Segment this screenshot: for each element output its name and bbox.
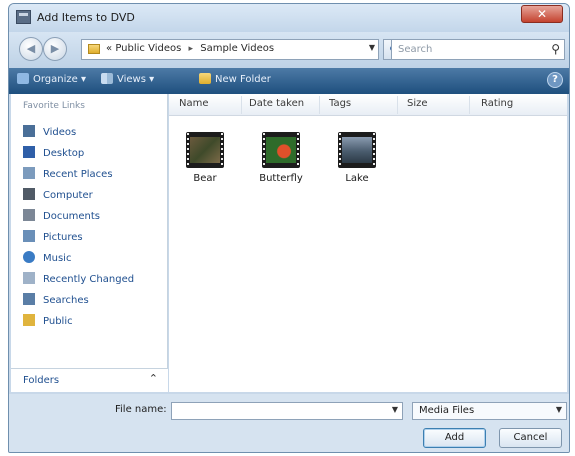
sidebar-item-desktop[interactable]: Desktop — [23, 146, 84, 159]
file-name: Lake — [345, 173, 369, 184]
file-name: Bear — [193, 173, 217, 184]
sidebar-item-label: Computer — [43, 190, 93, 201]
file-type-value: Media Files — [419, 405, 475, 416]
documents-icon — [23, 209, 35, 221]
computer-icon — [23, 188, 35, 200]
navigation-bar: ◀ ▶ « Public Videos ▸ Sample Videos ▼ ⟳ … — [9, 32, 569, 68]
command-toolbar: Organize ▾ Views ▾ New Folder ? — [9, 68, 569, 94]
breadcrumb-public-videos[interactable]: Public Videos — [115, 43, 181, 54]
dvd-app-icon — [16, 10, 31, 24]
organize-label: Organize ▾ — [33, 74, 86, 85]
file-name: Butterfly — [259, 173, 303, 184]
sidebar-item-label: Recently Changed — [43, 274, 135, 285]
desktop-icon — [23, 146, 35, 158]
forward-button[interactable]: ▶ — [43, 37, 67, 61]
pictures-icon — [23, 230, 35, 242]
views-icon — [101, 73, 113, 84]
sidebar-item-recent-places[interactable]: Recent Places — [23, 167, 113, 180]
favorite-links-heading: Favorite Links — [23, 101, 85, 111]
sidebar-item-label: Searches — [43, 295, 89, 306]
video-thumbnail — [262, 132, 300, 168]
column-headers: Name Date taken Tags Size Rating — [169, 94, 567, 116]
new-folder-icon — [199, 73, 211, 84]
breadcrumb-separator-icon[interactable]: ▸ — [189, 44, 194, 54]
column-rating[interactable]: Rating — [481, 98, 513, 109]
navigation-pane: Favorite Links Videos Desktop Recent Pla… — [11, 94, 168, 384]
sidebar-item-label: Public — [43, 316, 73, 327]
sidebar-item-recently-changed[interactable]: Recently Changed — [23, 272, 134, 285]
address-dropdown-icon[interactable]: ▼ — [369, 43, 375, 52]
sidebar-item-videos[interactable]: Videos — [23, 125, 76, 138]
file-item-butterfly[interactable]: Butterfly — [255, 132, 307, 184]
video-thumbnail — [338, 132, 376, 168]
sidebar-item-music[interactable]: Music — [23, 251, 71, 264]
views-label: Views ▾ — [117, 74, 155, 85]
file-type-dropdown-icon[interactable]: ▼ — [556, 405, 562, 414]
file-item-bear[interactable]: Bear — [179, 132, 231, 184]
search-placeholder: Search — [398, 44, 433, 55]
file-name-input[interactable]: ▼ — [171, 402, 403, 420]
title-bar[interactable]: Add Items to DVD ✕ — [9, 4, 569, 32]
breadcrumb-prefix[interactable]: « — [106, 43, 112, 54]
views-button[interactable]: Views ▾ — [101, 73, 154, 85]
video-thumbnail — [186, 132, 224, 168]
add-button[interactable]: Add — [423, 428, 486, 448]
column-divider[interactable] — [241, 96, 242, 114]
folders-toggle[interactable]: Folders ⌃ — [11, 368, 168, 392]
videos-icon — [23, 125, 35, 137]
breadcrumb-sample-videos[interactable]: Sample Videos — [200, 43, 274, 54]
column-name[interactable]: Name — [179, 98, 209, 109]
close-button[interactable]: ✕ — [521, 5, 563, 23]
sidebar-item-documents[interactable]: Documents — [23, 209, 100, 222]
sidebar-item-label: Videos — [43, 127, 77, 138]
sidebar-item-label: Desktop — [43, 148, 85, 159]
column-tags[interactable]: Tags — [329, 98, 351, 109]
organize-icon — [17, 73, 29, 84]
sidebar-item-label: Music — [43, 253, 72, 264]
new-folder-label: New Folder — [215, 74, 271, 85]
organize-button[interactable]: Organize ▾ — [17, 73, 86, 85]
column-divider[interactable] — [397, 96, 398, 114]
sidebar-item-label: Recent Places — [43, 169, 113, 180]
file-name-dropdown-icon[interactable]: ▼ — [392, 405, 398, 414]
column-divider[interactable] — [319, 96, 320, 114]
sidebar-item-pictures[interactable]: Pictures — [23, 230, 83, 243]
recently-changed-icon — [23, 272, 35, 284]
breadcrumb: « Public Videos ▸ Sample Videos — [106, 43, 274, 54]
sidebar-item-searches[interactable]: Searches — [23, 293, 89, 306]
back-button[interactable]: ◀ — [19, 37, 43, 61]
file-type-select[interactable]: Media Files ▼ — [412, 402, 567, 420]
help-icon[interactable]: ? — [547, 72, 563, 88]
add-items-dialog: Add Items to DVD ✕ ◀ ▶ « Public Videos ▸… — [8, 3, 570, 453]
window-title: Add Items to DVD — [37, 11, 135, 24]
recent-places-icon — [23, 167, 35, 179]
file-name-label: File name: — [115, 404, 167, 415]
column-divider[interactable] — [469, 96, 470, 114]
file-list: Name Date taken Tags Size Rating Bear Bu… — [169, 94, 567, 392]
column-date-taken[interactable]: Date taken — [249, 98, 304, 109]
sidebar-item-label: Documents — [43, 211, 101, 222]
search-box[interactable]: Search ⚲ — [391, 39, 565, 60]
cancel-button[interactable]: Cancel — [499, 428, 562, 448]
public-folder-icon — [23, 314, 35, 326]
search-icon[interactable]: ⚲ — [551, 42, 560, 56]
dialog-footer: File name: ▼ Media Files ▼ Add Cancel — [9, 394, 569, 452]
file-item-lake[interactable]: Lake — [331, 132, 383, 184]
folders-label: Folders — [23, 375, 60, 386]
address-bar[interactable]: « Public Videos ▸ Sample Videos ▼ — [81, 39, 379, 60]
folder-icon — [88, 44, 100, 54]
new-folder-button[interactable]: New Folder — [199, 73, 271, 85]
sidebar-item-public[interactable]: Public — [23, 314, 73, 327]
music-icon — [23, 251, 35, 263]
searches-icon — [23, 293, 35, 305]
sidebar-item-computer[interactable]: Computer — [23, 188, 93, 201]
column-size[interactable]: Size — [407, 98, 428, 109]
sidebar-item-label: Pictures — [43, 232, 83, 243]
chevron-up-icon[interactable]: ⌃ — [149, 372, 158, 385]
